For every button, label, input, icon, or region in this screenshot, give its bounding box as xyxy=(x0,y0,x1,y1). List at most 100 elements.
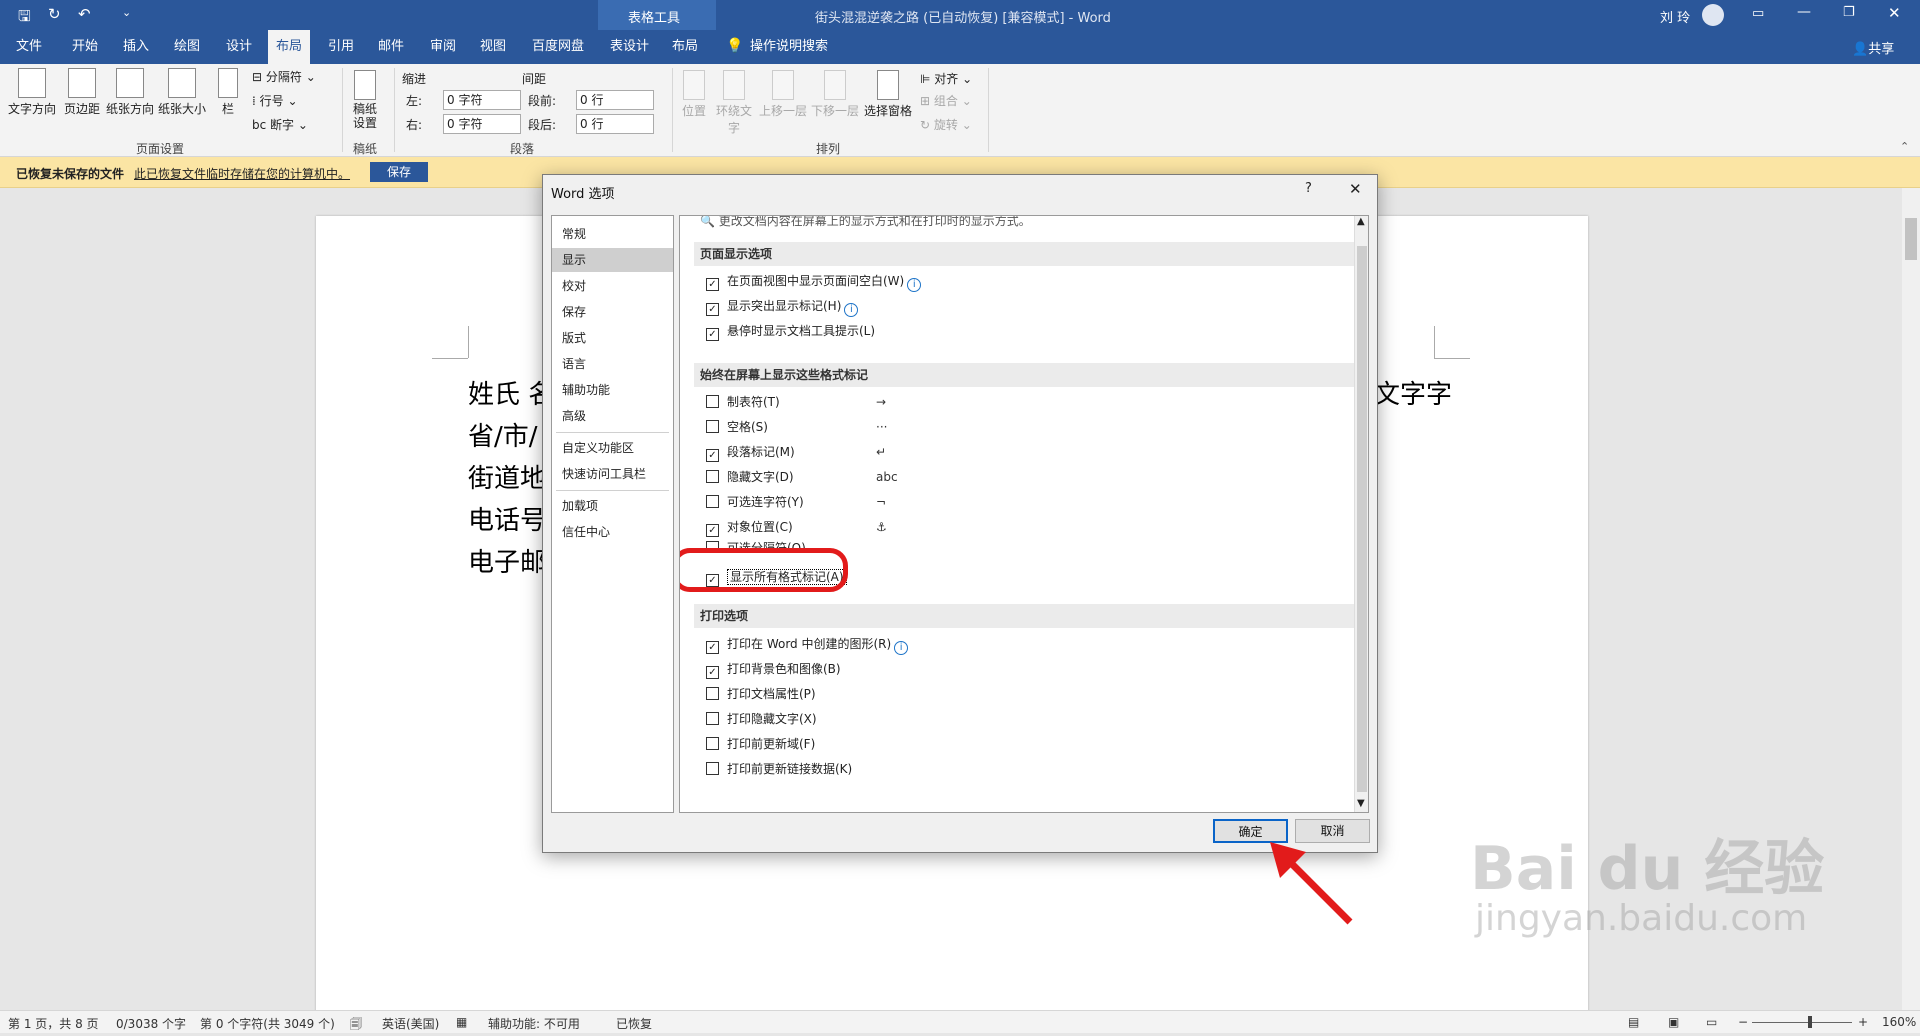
breaks-button[interactable]: ⊟ 分隔符 ⌄ xyxy=(252,68,316,85)
send-backward-button[interactable]: 下移一层 xyxy=(810,70,860,119)
autosave-icon[interactable]: ↻ xyxy=(48,5,61,23)
tab-mailings[interactable]: 邮件 xyxy=(370,30,412,64)
option-spaces[interactable]: 空格(S) ··· xyxy=(706,417,887,437)
margins-button[interactable]: 页边距 xyxy=(62,68,102,117)
spacing-after-input[interactable]: 0 行 xyxy=(576,114,654,134)
position-button[interactable]: 位置 xyxy=(678,70,710,119)
collapse-ribbon-icon[interactable]: ⌃ xyxy=(1900,140,1909,153)
scroll-thumb[interactable] xyxy=(1357,246,1367,792)
nav-item-customize-ribbon[interactable]: 自定义功能区 xyxy=(552,436,673,460)
checkbox[interactable]: ✓ xyxy=(706,278,719,291)
checkbox[interactable]: ✓ xyxy=(706,328,719,341)
option-print-background[interactable]: ✓ 打印背景色和图像(B) xyxy=(706,659,841,679)
option-show-highlighter[interactable]: ✓ 显示突出显示标记(H) i xyxy=(706,296,859,317)
save-icon[interactable]: 🖫 xyxy=(18,6,31,31)
tab-review[interactable]: 审阅 xyxy=(422,30,464,64)
align-button[interactable]: ⊫ 对齐 ⌄ xyxy=(920,70,972,87)
options-scrollbar[interactable]: ▲ ▼ xyxy=(1354,216,1368,812)
nav-item-trust-center[interactable]: 信任中心 xyxy=(552,520,673,544)
checkbox[interactable]: ✓ xyxy=(706,449,719,462)
nav-item-accessibility[interactable]: 辅助功能 xyxy=(552,378,673,402)
option-paragraph-marks[interactable]: ✓ 段落标记(M) ↵ xyxy=(706,442,886,462)
nav-item-display[interactable]: 显示 xyxy=(552,248,673,272)
bring-forward-button[interactable]: 上移一层 xyxy=(758,70,808,119)
checkbox[interactable] xyxy=(706,495,719,508)
undo-icon[interactable]: ↶ xyxy=(78,5,91,23)
manuscript-settings-button[interactable]: 稿纸 设置 xyxy=(350,70,380,130)
group-button[interactable]: ⊞ 组合 ⌄ xyxy=(920,92,972,109)
rotate-button[interactable]: ↻ 旋转 ⌄ xyxy=(920,116,972,133)
wrap-text-button[interactable]: 环绕文字 xyxy=(714,70,754,136)
nav-item-language[interactable]: 语言 xyxy=(552,352,673,376)
option-object-anchors[interactable]: ✓ 对象位置(C) ⚓ xyxy=(706,517,887,537)
checkbox[interactable]: ✓ xyxy=(706,666,719,679)
size-button[interactable]: 纸张大小 xyxy=(158,68,206,117)
scroll-down-icon[interactable]: ▼ xyxy=(1357,798,1365,809)
tab-baidu-netdisk[interactable]: 百度网盘 xyxy=(524,30,592,64)
dialog-close-button[interactable]: ✕ xyxy=(1349,180,1362,198)
zoom-out-icon[interactable]: − xyxy=(1738,1015,1748,1029)
infobar-save-button[interactable]: 保存 xyxy=(370,162,428,182)
help-button[interactable]: ? xyxy=(1305,181,1312,196)
option-update-links[interactable]: 打印前更新链接数据(K) xyxy=(706,759,852,779)
hyphenation-button[interactable]: bc 断字 ⌄ xyxy=(252,116,308,133)
tab-layout[interactable]: 布局 xyxy=(268,30,311,64)
line-numbers-button[interactable]: ⁞ 行号 ⌄ xyxy=(252,92,298,109)
tab-design[interactable]: 设计 xyxy=(218,30,260,64)
zoom-in-icon[interactable]: + xyxy=(1858,1015,1868,1029)
indent-left-input[interactable]: 0 字符 xyxy=(443,90,521,110)
checkbox[interactable] xyxy=(706,395,719,408)
web-layout-icon[interactable]: ▭ xyxy=(1706,1015,1717,1029)
status-page[interactable]: 第 1 页，共 8 页 xyxy=(8,1015,99,1032)
nav-item-add-ins[interactable]: 加载项 xyxy=(552,494,673,518)
zoom-slider[interactable] xyxy=(1752,1022,1852,1023)
text-direction-button[interactable]: 文字方向 xyxy=(8,68,56,117)
status-word-count[interactable]: 0/3038 个字 xyxy=(116,1015,186,1032)
checkbox[interactable]: ✓ xyxy=(706,524,719,537)
status-language[interactable]: 英语(美国) xyxy=(382,1015,439,1032)
orientation-button[interactable]: 纸张方向 xyxy=(106,68,154,117)
checkbox[interactable] xyxy=(706,687,719,700)
option-print-hidden-text[interactable]: 打印隐藏文字(X) xyxy=(706,709,817,729)
option-tab-characters[interactable]: 制表符(T) → xyxy=(706,392,886,412)
tab-view[interactable]: 视图 xyxy=(472,30,514,64)
tell-me-search[interactable]: 操作说明搜索 xyxy=(742,30,836,64)
checkbox[interactable] xyxy=(706,470,719,483)
tab-table-layout[interactable]: 布局 xyxy=(664,30,706,64)
checkbox[interactable] xyxy=(706,712,719,725)
scroll-thumb[interactable] xyxy=(1905,218,1917,260)
share-button[interactable]: 👤共享 xyxy=(1852,38,1894,57)
tab-table-design[interactable]: 表设计 xyxy=(602,30,657,64)
print-layout-icon[interactable]: ▣ xyxy=(1668,1015,1679,1029)
tab-home[interactable]: 开始 xyxy=(64,30,106,64)
status-char-count[interactable]: 第 0 个字符(共 3049 个) xyxy=(200,1015,335,1032)
customize-qat-icon[interactable]: ⌄ xyxy=(122,6,131,19)
checkbox[interactable]: ✓ xyxy=(706,641,719,654)
macro-icon[interactable]: ▦ xyxy=(456,1015,467,1029)
nav-item-advanced[interactable]: 高级 xyxy=(552,404,673,428)
checkbox[interactable]: ✓ xyxy=(706,303,719,316)
option-print-drawings[interactable]: ✓ 打印在 Word 中创建的图形(R) i xyxy=(706,634,909,655)
restore-icon[interactable]: ❐ xyxy=(1843,5,1855,20)
read-mode-icon[interactable]: ▤ xyxy=(1628,1015,1639,1029)
ribbon-display-options-icon[interactable]: ▭ xyxy=(1752,6,1764,21)
indent-right-input[interactable]: 0 字符 xyxy=(443,114,521,134)
option-show-tooltips[interactable]: ✓ 悬停时显示文档工具提示(L) xyxy=(706,321,875,341)
document-scrollbar[interactable] xyxy=(1902,188,1920,1010)
tab-file[interactable]: 文件 xyxy=(8,30,50,64)
minimize-icon[interactable]: — xyxy=(1797,4,1811,20)
checkbox[interactable] xyxy=(706,420,719,433)
nav-item-general[interactable]: 常规 xyxy=(552,222,673,246)
option-optional-hyphens[interactable]: 可选连字符(Y) ¬ xyxy=(706,492,886,512)
selection-pane-button[interactable]: 选择窗格 xyxy=(862,70,914,119)
avatar[interactable] xyxy=(1702,4,1724,26)
status-accessibility[interactable]: 辅助功能: 不可用 xyxy=(488,1015,580,1032)
tab-insert[interactable]: 插入 xyxy=(115,30,157,64)
infobar-message-link[interactable]: 此已恢复文件临时存储在您的计算机中。 xyxy=(134,165,350,182)
nav-item-quick-access-toolbar[interactable]: 快速访问工具栏 xyxy=(552,462,673,486)
columns-button[interactable]: 栏 xyxy=(214,68,242,117)
tab-references[interactable]: 引用 xyxy=(320,30,362,64)
nav-item-proofing[interactable]: 校对 xyxy=(552,274,673,298)
option-show-whitespace[interactable]: ✓ 在页面视图中显示页面间空白(W) i xyxy=(706,271,922,292)
nav-item-save[interactable]: 保存 xyxy=(552,300,673,324)
